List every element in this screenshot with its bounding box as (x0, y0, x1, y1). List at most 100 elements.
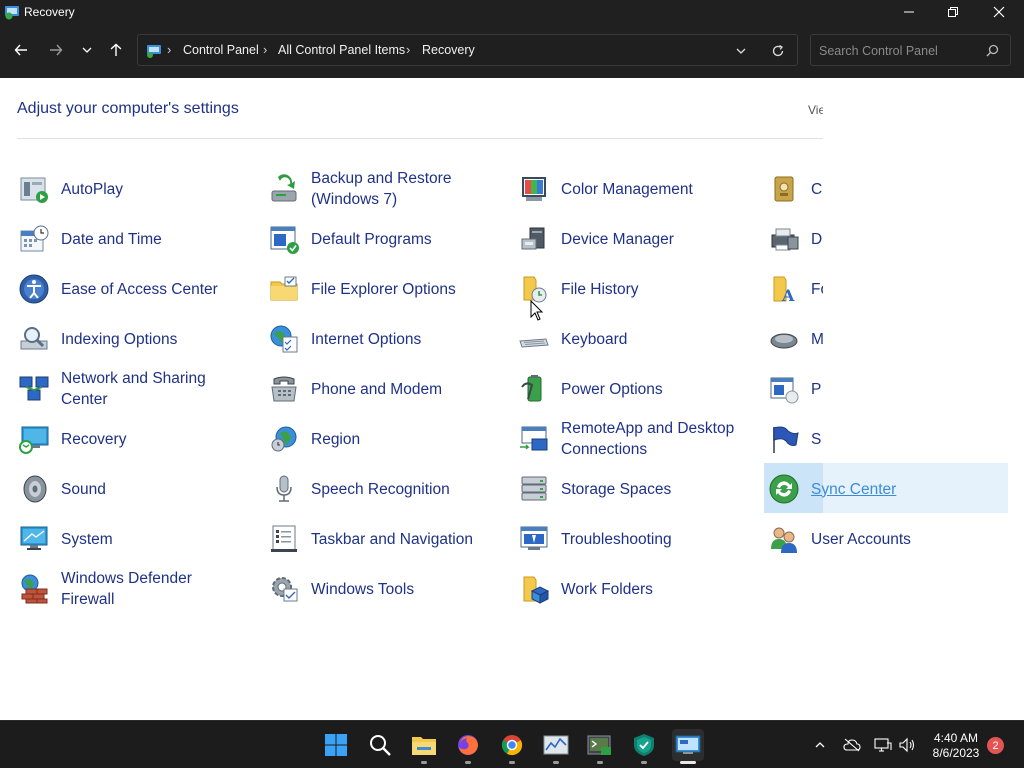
item-color-management[interactable]: Color Management (517, 169, 741, 209)
item-mouse[interactable]: M (767, 319, 823, 359)
device-manager-icon (517, 222, 551, 256)
notification-badge[interactable]: 2 (987, 737, 1004, 754)
recent-locations-button[interactable] (74, 37, 100, 63)
item-label: Date and Time (61, 230, 162, 248)
item-troubleshooting[interactable]: Troubleshooting (517, 519, 741, 559)
autoplay-icon (17, 172, 51, 206)
item-credential-manager[interactable]: C (767, 169, 823, 209)
item-remoteapp[interactable]: RemoteApp and Desktop Connections (517, 419, 741, 459)
item-label: Speech Recognition (311, 480, 450, 498)
item-label: S (811, 430, 822, 448)
view-by-label[interactable]: Vie (808, 103, 823, 117)
breadcrumb-recovery[interactable]: Recovery (422, 43, 475, 57)
item-work-folders[interactable]: Work Folders (517, 569, 741, 609)
taskbar: 4:40 AM 8/6/2023 2 (0, 720, 1024, 768)
arrow-right-icon (50, 44, 63, 56)
onedrive-tray[interactable] (841, 734, 863, 756)
header-divider (17, 138, 823, 139)
up-button[interactable] (103, 37, 129, 63)
item-phone-modem[interactable]: Phone and Modem (267, 369, 491, 409)
taskbar-firefox[interactable] (452, 729, 484, 764)
taskbar-resource-monitor[interactable] (540, 729, 572, 764)
item-device-manager[interactable]: Device Manager (517, 219, 741, 259)
firewall-icon (17, 572, 51, 606)
item-label: M (811, 330, 823, 348)
item-label: File History (561, 280, 639, 298)
item-label: Sync Center (811, 480, 897, 498)
network-tray[interactable] (872, 734, 894, 756)
restore-button[interactable] (930, 0, 976, 24)
item-storage-spaces[interactable]: Storage Spaces (517, 469, 741, 509)
refresh-icon[interactable] (771, 44, 785, 58)
item-network-sharing[interactable]: Network and Sharing Center (17, 369, 241, 409)
taskbar-defender[interactable] (628, 729, 660, 764)
item-default-programs[interactable]: Default Programs (267, 219, 491, 259)
item-label: Recovery (61, 430, 127, 448)
sound-icon (17, 472, 51, 506)
item-power-options[interactable]: Power Options (517, 369, 741, 409)
svg-text:A: A (781, 286, 795, 305)
item-label: Phone and Modem (311, 380, 442, 398)
item-autoplay[interactable]: AutoPlay (17, 169, 241, 209)
taskbar-search-button[interactable] (364, 729, 396, 761)
item-sound[interactable]: Sound (17, 469, 241, 509)
item-fonts[interactable]: A Fo (767, 269, 823, 309)
chevron-down-icon[interactable] (735, 45, 747, 57)
storage-spaces-icon (517, 472, 551, 506)
minimize-icon (904, 11, 914, 13)
item-date-time[interactable]: Date and Time (17, 219, 241, 259)
search-input[interactable] (819, 42, 979, 60)
item-sync-center[interactable]: Sync Center (767, 469, 991, 509)
address-box[interactable]: › Control Panel › All Control Panel Item… (137, 34, 798, 66)
item-indexing-options[interactable]: Indexing Options (17, 319, 241, 359)
show-hidden-icons-button[interactable] (809, 734, 831, 756)
system-clock[interactable]: 4:40 AM 8/6/2023 (926, 731, 986, 761)
search-box[interactable] (810, 34, 1011, 66)
breadcrumb-control-panel[interactable]: Control Panel (183, 43, 259, 57)
breadcrumb-all-items[interactable]: All Control Panel Items (278, 43, 405, 57)
taskbar-terminal[interactable] (584, 729, 616, 764)
volume-tray[interactable] (896, 734, 918, 756)
item-label: Fo (811, 280, 823, 298)
item-backup-restore[interactable]: Backup and Restore (Windows 7) (267, 169, 491, 209)
item-keyboard[interactable]: Keyboard (517, 319, 741, 359)
minimize-button[interactable] (886, 0, 932, 24)
item-programs-features[interactable]: P (767, 369, 823, 409)
item-label: Internet Options (311, 330, 422, 348)
item-label: P (811, 380, 822, 398)
item-file-explorer-options[interactable]: File Explorer Options (267, 269, 491, 309)
item-ease-of-access[interactable]: Ease of Access Center (17, 269, 241, 309)
breadcrumb-separator: › (263, 42, 268, 57)
item-internet-options[interactable]: Internet Options (267, 319, 491, 359)
item-speech-recognition[interactable]: Speech Recognition (267, 469, 491, 509)
recovery-icon (17, 422, 51, 456)
taskbar-control-panel[interactable] (672, 729, 704, 764)
back-button[interactable] (8, 37, 34, 63)
window-title: Recovery (24, 5, 75, 19)
default-programs-icon (267, 222, 301, 256)
running-indicator (509, 761, 515, 764)
cloud-offline-icon (843, 738, 861, 752)
item-region[interactable]: Region (267, 419, 491, 459)
search-icon[interactable] (986, 44, 999, 57)
start-icon (325, 734, 347, 756)
item-user-accounts[interactable]: User Accounts (767, 519, 991, 559)
start-button[interactable] (320, 729, 352, 761)
item-windows-tools[interactable]: Windows Tools (267, 569, 491, 609)
file-explorer-icon (412, 737, 436, 755)
item-label: Keyboard (561, 330, 628, 348)
item-devices-printers[interactable]: D (767, 219, 823, 259)
item-firewall[interactable]: Windows Defender Firewall (17, 569, 241, 609)
arrow-up-icon (110, 43, 122, 56)
forward-button[interactable] (43, 37, 69, 63)
close-icon (993, 6, 1005, 18)
item-file-history[interactable]: File History (517, 269, 741, 309)
taskbar-chrome[interactable] (496, 729, 528, 764)
close-button[interactable] (976, 0, 1022, 24)
item-security-maintenance[interactable]: S (767, 419, 823, 459)
item-system[interactable]: System (17, 519, 241, 559)
item-taskbar-navigation[interactable]: Taskbar and Navigation (267, 519, 491, 559)
item-recovery[interactable]: Recovery (17, 419, 241, 459)
running-indicator (421, 761, 427, 764)
taskbar-file-explorer[interactable] (408, 729, 440, 764)
